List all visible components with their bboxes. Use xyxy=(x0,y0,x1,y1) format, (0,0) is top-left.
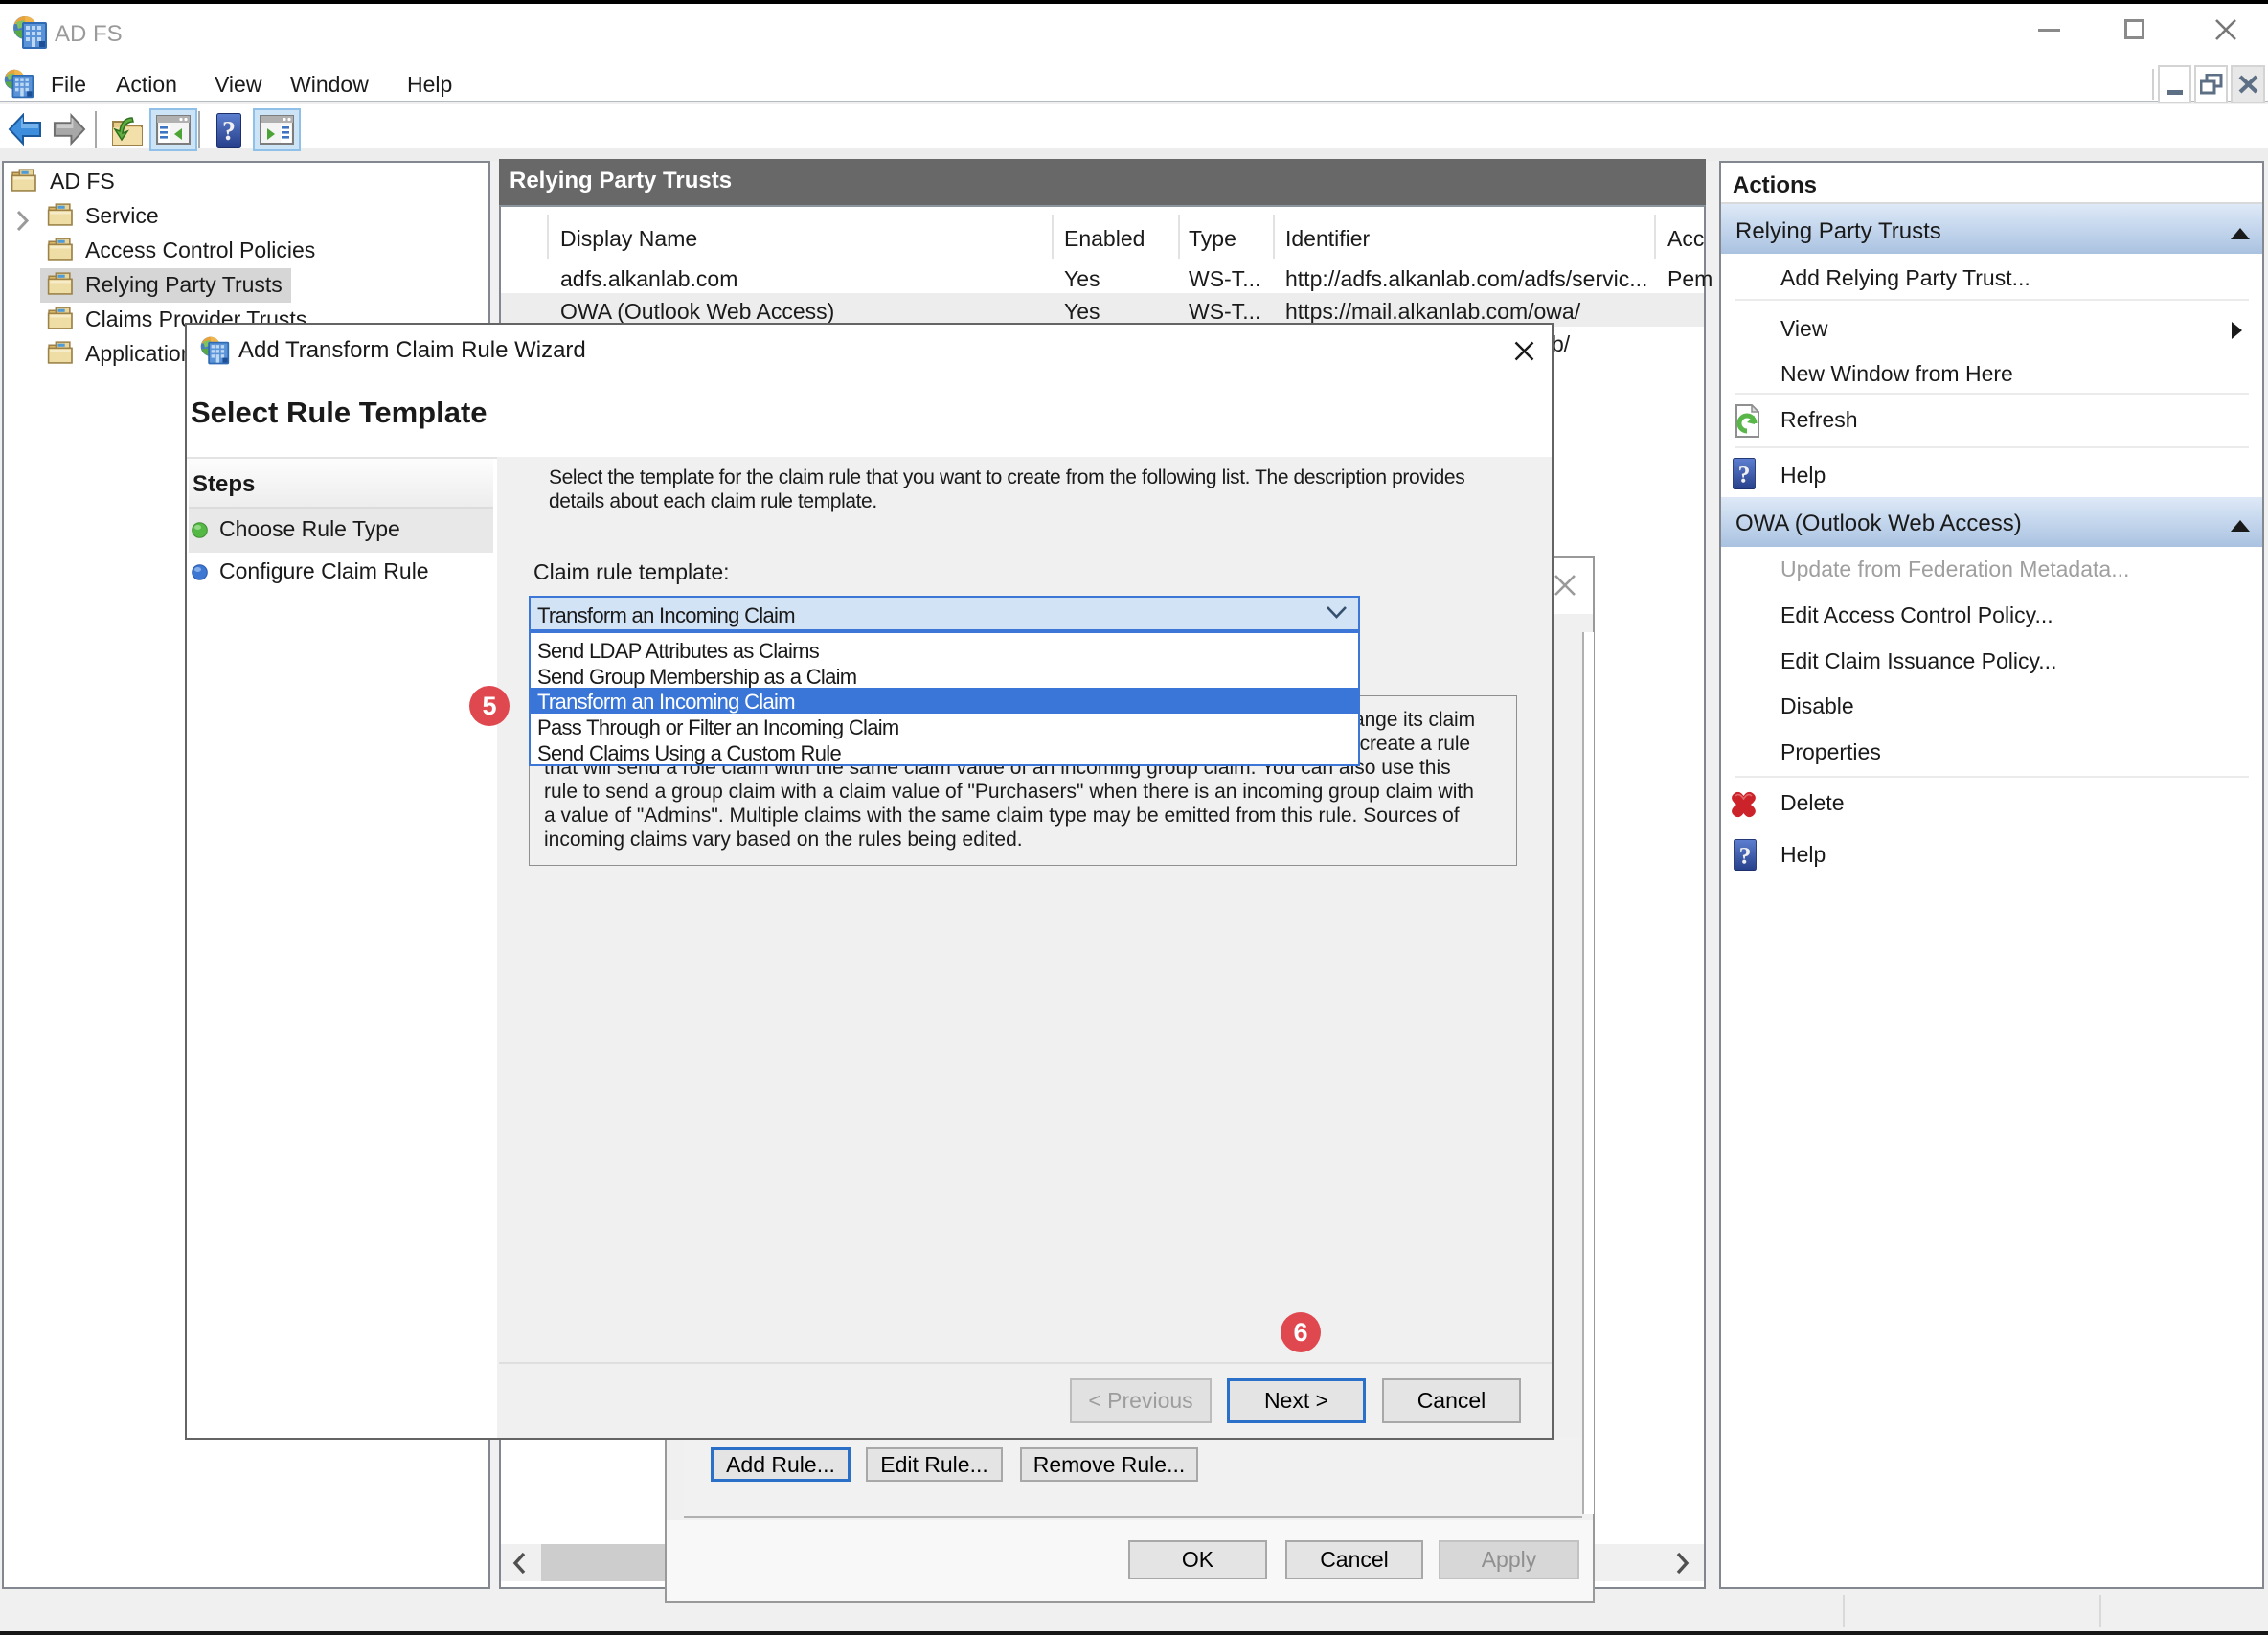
svg-text:?: ? xyxy=(222,117,236,147)
svg-text:?: ? xyxy=(1738,461,1751,488)
svg-text:?: ? xyxy=(1739,842,1752,870)
